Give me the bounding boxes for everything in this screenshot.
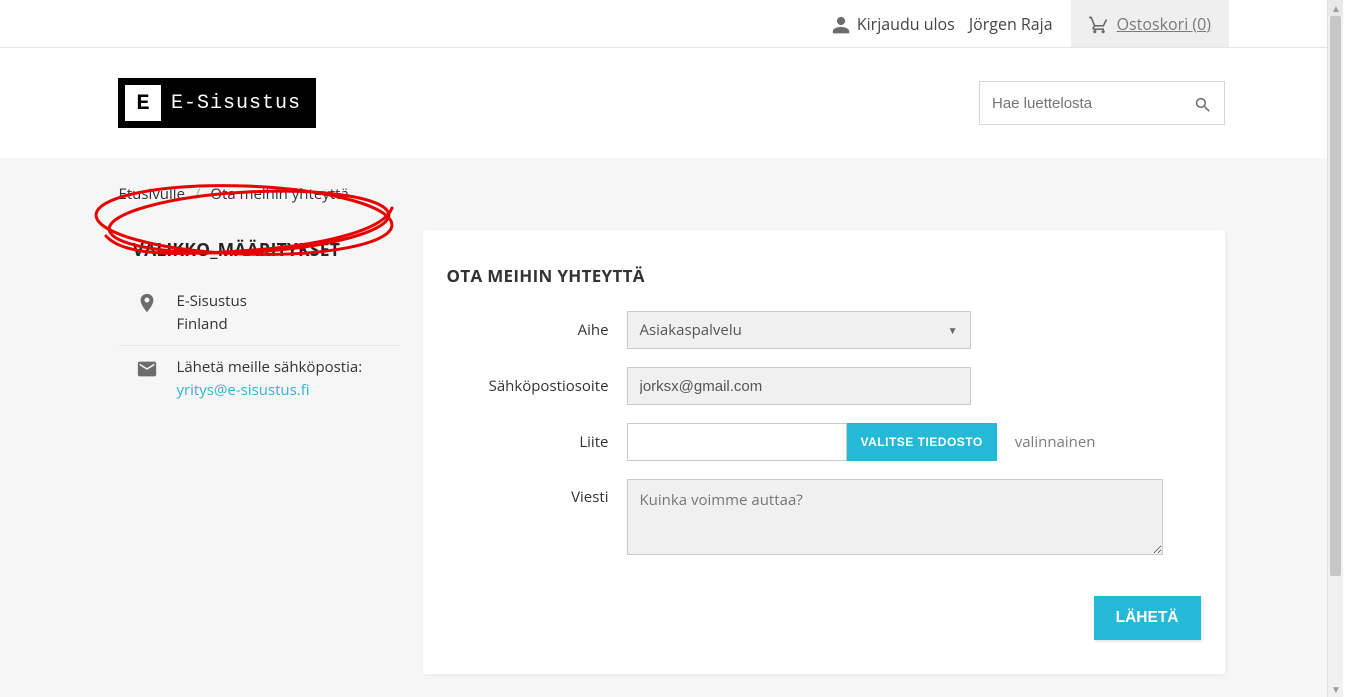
file-name-box [627, 423, 847, 461]
email-block: Lähetä meille sähköpostia: yritys@e-sisu… [119, 346, 399, 411]
label-attachment: Liite [447, 432, 627, 452]
email-input[interactable] [627, 367, 971, 405]
logout-link[interactable]: Kirjaudu ulos [831, 12, 955, 35]
account-link[interactable]: Jörgen Raja [969, 13, 1053, 35]
catalog-search[interactable] [979, 81, 1225, 125]
sidebar-title: VALIKKO_MÄÄRITYKSET [119, 230, 399, 280]
label-subject: Aihe [447, 320, 627, 340]
logout-label: Kirjaudu ulos [857, 13, 955, 35]
person-icon [831, 12, 851, 35]
scroll-down-arrow[interactable]: ▼ [1328, 681, 1343, 697]
breadcrumb-separator: / [189, 184, 207, 204]
company-name: E-Sisustus [177, 290, 247, 313]
message-textarea[interactable] [627, 479, 1163, 555]
scroll-up-arrow[interactable]: ▲ [1328, 0, 1343, 16]
brand-name: E-Sisustus [171, 92, 301, 115]
search-icon [1194, 92, 1212, 114]
scroll-thumb[interactable] [1330, 16, 1341, 576]
contact-sidebar: VALIKKO_MÄÄRITYKSET E-Sisustus Finland [119, 184, 399, 674]
page-header: E E-Sisustus [0, 48, 1343, 158]
address-block: E-Sisustus Finland [119, 280, 399, 346]
logo-mark: E [125, 85, 161, 121]
caret-down-icon: ▼ [948, 323, 958, 337]
account-label: Jörgen Raja [969, 13, 1053, 35]
file-choose-button[interactable]: VALITSE TIEDOSTO [847, 423, 997, 461]
company-country: Finland [177, 313, 247, 336]
location-icon [133, 290, 161, 335]
contact-form-card: OTA MEIHIN YHTEYTTÄ Aihe Asiakaspalvelu … [423, 230, 1225, 674]
search-input[interactable] [992, 95, 1194, 112]
logo[interactable]: E E-Sisustus [118, 78, 316, 128]
label-email: Sähköpostiosoite [447, 376, 627, 396]
user-nav-bar: Kirjaudu ulos Jörgen Raja Ostoskori (0) [0, 0, 1343, 48]
cart-link[interactable]: Ostoskori (0) [1071, 0, 1229, 47]
cart-icon [1089, 12, 1109, 35]
breadcrumb-home[interactable]: Etusivulle [119, 184, 186, 204]
label-message: Viesti [447, 479, 627, 507]
window-scrollbar[interactable]: ▲ ▼ [1327, 0, 1343, 697]
subject-value: Asiakaspalvelu [640, 320, 742, 340]
breadcrumb-current: Ota meihin yhteyttä [210, 184, 348, 204]
form-heading: OTA MEIHIN YHTEYTTÄ [447, 264, 1201, 311]
company-email[interactable]: yritys@e-sisustus.fi [177, 380, 310, 400]
email-prompt: Lähetä meille sähköpostia: [177, 356, 363, 379]
email-icon [133, 356, 161, 401]
breadcrumb: Etusivulle / Ota meihin yhteyttä [119, 184, 349, 204]
submit-button[interactable]: LÄHETÄ [1094, 596, 1201, 640]
subject-select[interactable]: Asiakaspalvelu ▼ [627, 311, 971, 349]
file-hint: valinnainen [997, 432, 1096, 452]
cart-label: Ostoskori (0) [1117, 13, 1211, 35]
